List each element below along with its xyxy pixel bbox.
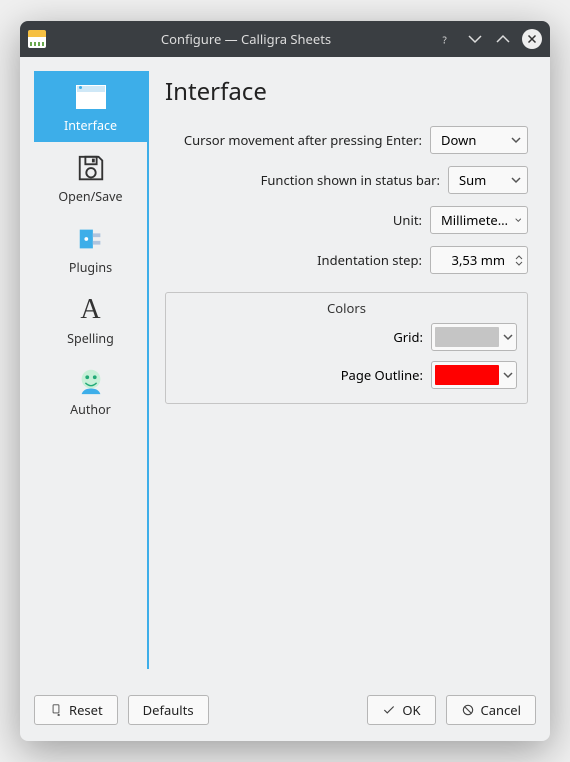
check-icon [382,703,396,717]
floppy-icon [75,152,107,184]
colors-group: Colors Grid: Page Outline: [165,292,528,404]
reset-button[interactable]: Reset [34,695,118,725]
main-panel: Interface Cursor movement after pressing… [149,71,536,669]
sidebar-item-label: Interface [64,117,117,134]
combo-value: Sum [459,171,486,189]
minimize-icon[interactable] [466,30,484,48]
reset-icon [49,703,63,717]
indent-spinbox[interactable]: 3,53 mm [430,246,528,274]
chevron-down-icon [511,135,521,145]
combo-value: Down [441,131,476,149]
svg-text:?: ? [443,34,447,47]
cursor-movement-combo[interactable]: Down [430,126,528,154]
window-title: Configure — Calligra Sheets [54,30,438,48]
chevron-down-icon [503,370,513,380]
cursor-movement-label: Cursor movement after pressing Enter: [184,131,422,149]
sidebar-item-label: Plugins [69,259,112,276]
defaults-button[interactable]: Defaults [128,695,209,725]
combo-value: Millimeters (mm) [441,211,509,229]
app-icon [28,30,46,48]
sidebar-item-opensave[interactable]: Open/Save [34,142,147,213]
sidebar-item-interface[interactable]: Interface [34,71,147,142]
spin-down-icon[interactable] [515,261,523,266]
grid-color-swatch [435,327,499,347]
grid-color-label: Grid: [393,328,423,346]
outline-color-button[interactable] [431,361,517,389]
close-icon[interactable] [522,29,542,49]
config-dialog: Configure — Calligra Sheets ? Interface [20,21,550,741]
sidebar-item-label: Spelling [67,330,114,347]
letter-a-icon: A [75,294,107,326]
ok-button[interactable]: OK [367,695,435,725]
window-icon [75,81,107,113]
forbidden-icon [461,703,475,717]
plugin-icon [75,223,107,255]
sidebar-item-label: Author [70,401,111,418]
group-title: Colors [166,299,527,317]
cancel-button[interactable]: Cancel [446,695,536,725]
button-label: OK [402,701,420,719]
grid-color-button[interactable] [431,323,517,351]
function-combo[interactable]: Sum [448,166,528,194]
sidebar: Interface Open/Save Plugins A Spelling [34,71,149,669]
unit-label: Unit: [393,211,422,229]
button-label: Defaults [143,701,194,719]
function-label: Function shown in status bar: [261,171,440,189]
outline-color-label: Page Outline: [341,366,423,384]
button-label: Cancel [481,701,521,719]
chevron-down-icon [511,175,521,185]
maximize-icon[interactable] [494,30,512,48]
person-icon [75,365,107,397]
outline-color-swatch [435,365,499,385]
sidebar-item-spelling[interactable]: A Spelling [34,284,147,355]
titlebar: Configure — Calligra Sheets ? [20,21,550,57]
sidebar-item-plugins[interactable]: Plugins [34,213,147,284]
indent-label: Indentation step: [317,251,422,269]
spin-up-icon[interactable] [515,255,523,260]
help-icon[interactable]: ? [438,30,456,48]
page-title: Interface [165,75,528,108]
unit-combo[interactable]: Millimeters (mm) [430,206,528,234]
chevron-down-icon [503,332,513,342]
sidebar-item-label: Open/Save [58,188,122,205]
sidebar-item-author[interactable]: Author [34,355,147,426]
spin-value: 3,53 mm [441,251,509,269]
dialog-footer: Reset Defaults OK Cancel [20,683,550,741]
chevron-down-icon [515,215,522,225]
button-label: Reset [69,701,103,719]
